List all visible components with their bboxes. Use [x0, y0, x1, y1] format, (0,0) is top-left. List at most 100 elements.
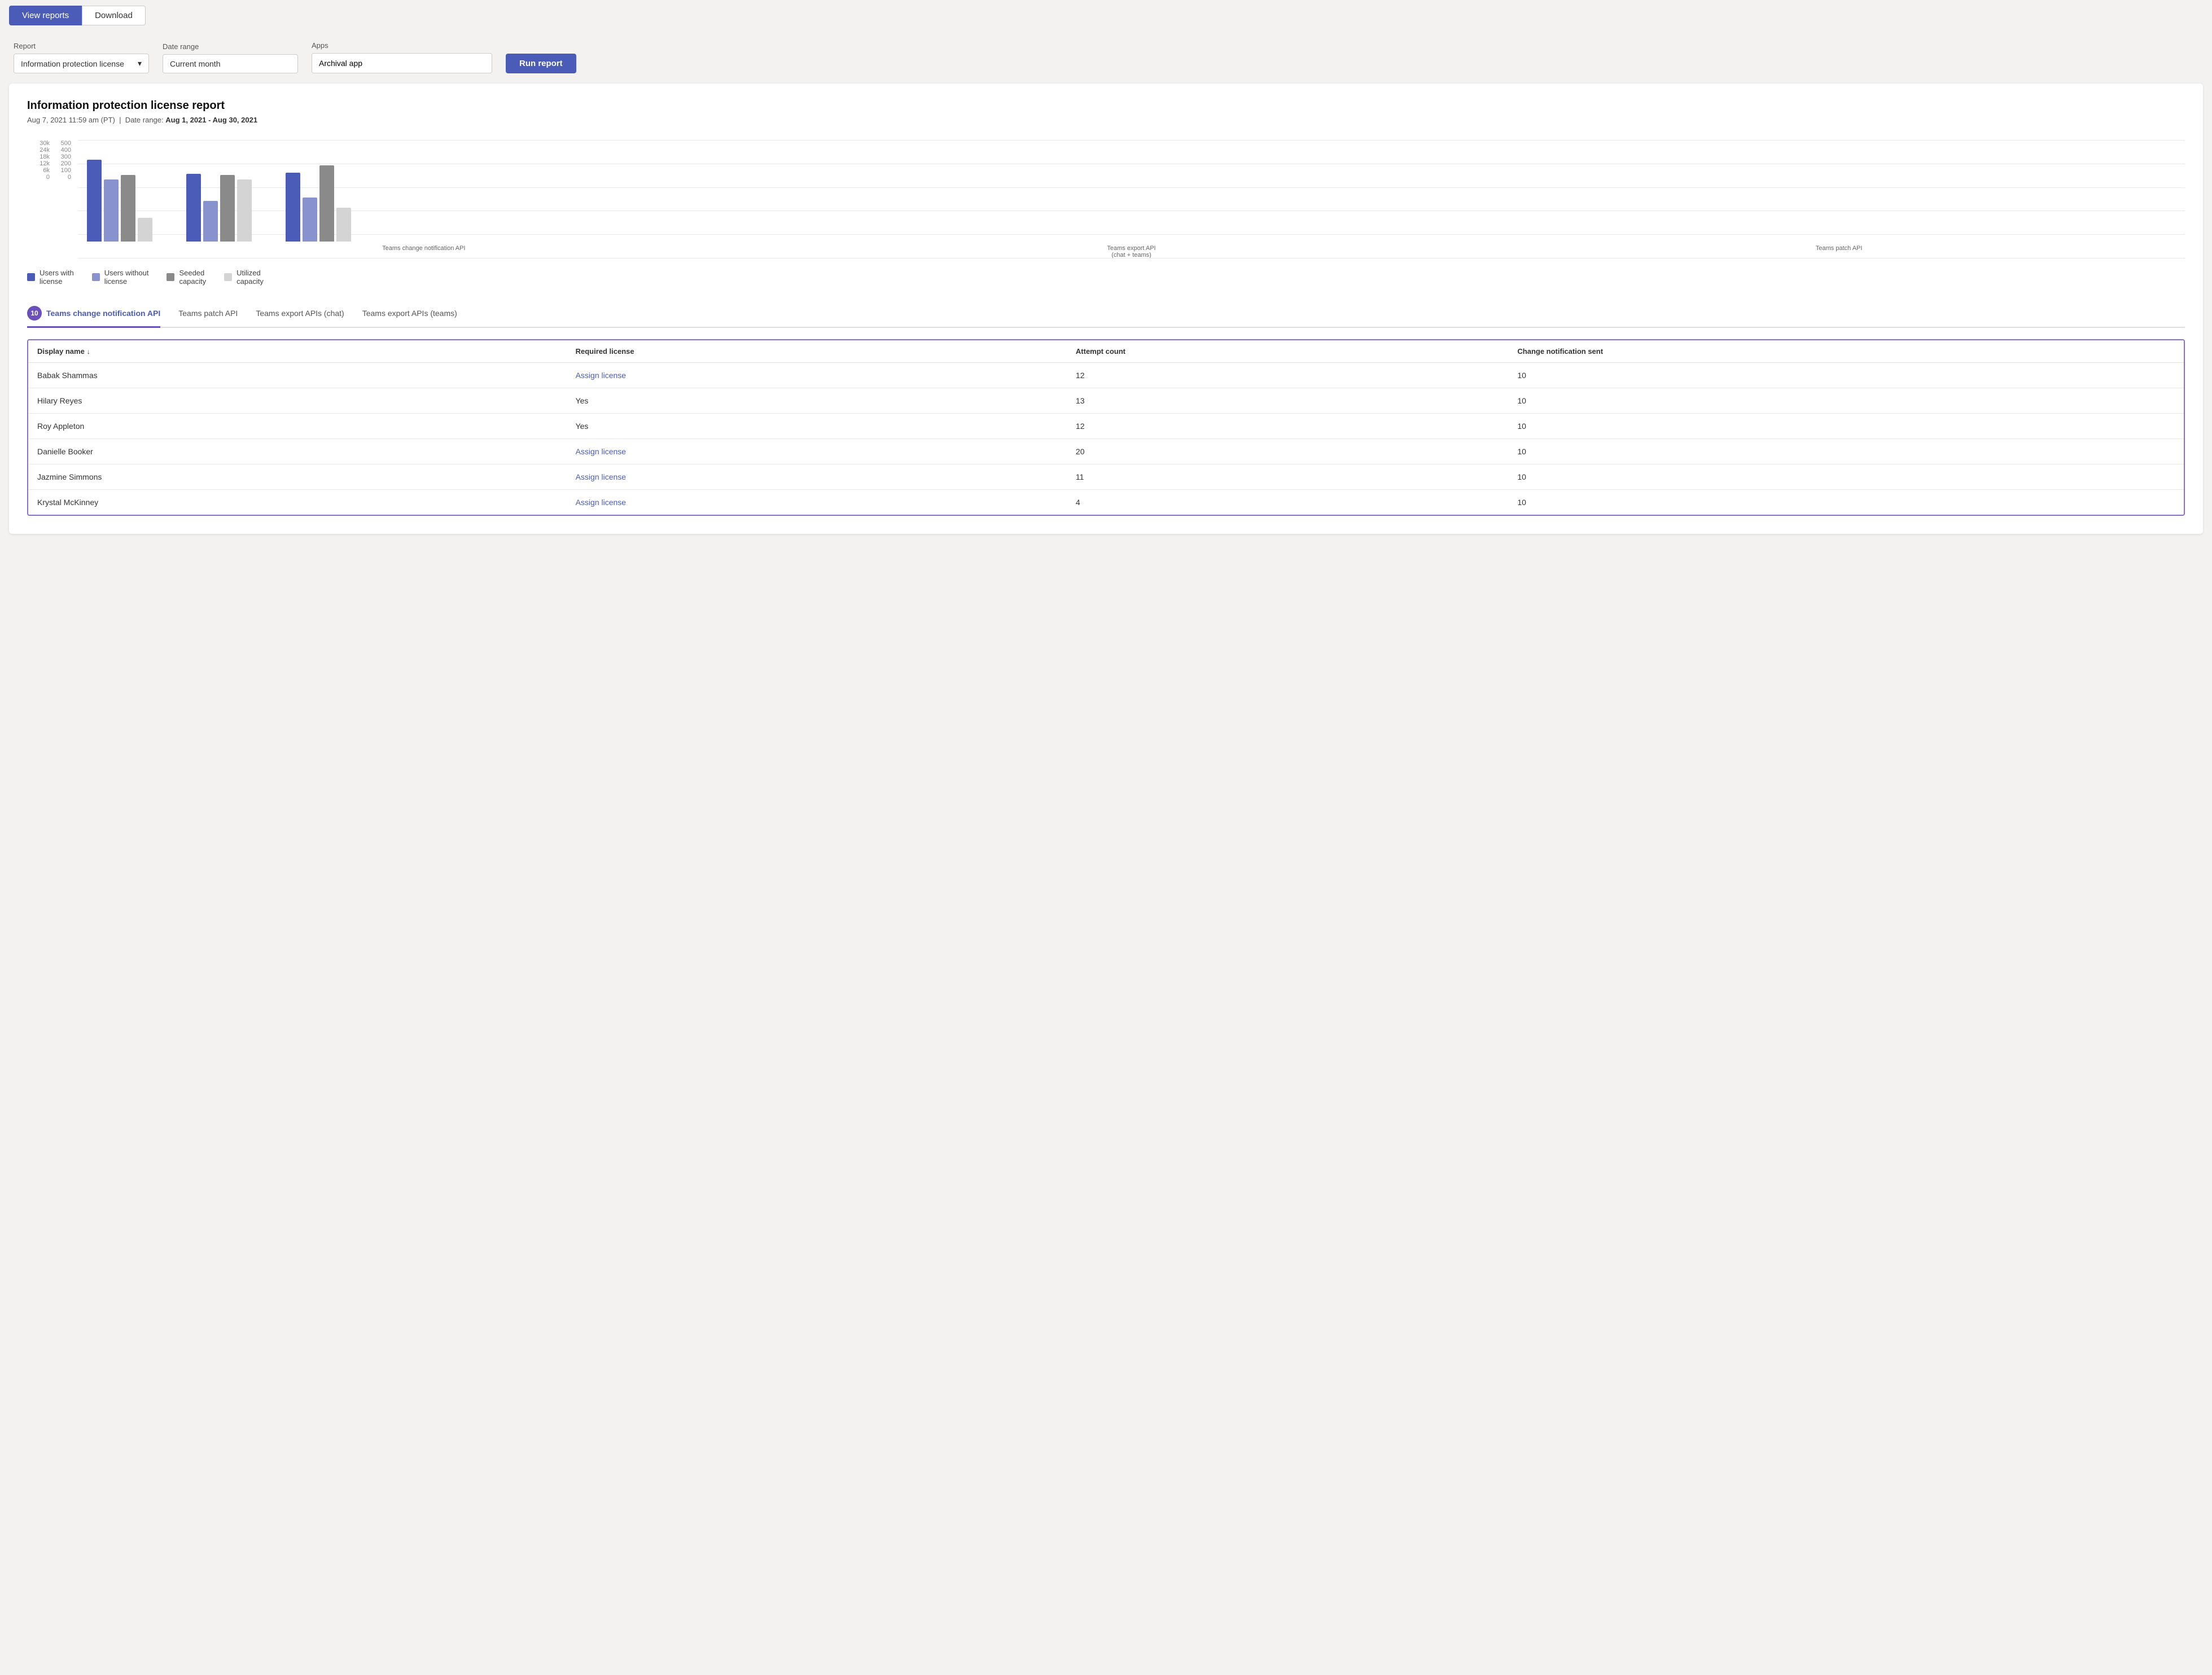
- y-label-left-5: 0: [46, 174, 50, 181]
- y-label-left-4: 6k: [43, 167, 50, 174]
- cell-sent-4: 10: [1508, 464, 2184, 490]
- cell-name-5: Krystal McKinney: [28, 490, 567, 515]
- cell-attempt-1: 13: [1067, 388, 1508, 414]
- bar-group-0: [87, 160, 152, 242]
- date-range-filter-group: Date range Current month: [163, 42, 298, 73]
- cell-attempt-4: 11: [1067, 464, 1508, 490]
- table-row-3: Danielle Booker Assign license 2010: [28, 439, 2184, 464]
- legend-item-1: Users withoutlicense: [92, 269, 149, 286]
- cell-sent-5: 10: [1508, 490, 2184, 515]
- tabs-row: 10Teams change notification API Teams pat…: [27, 301, 2185, 328]
- bar-group-2: [286, 165, 351, 242]
- data-table: Display name↓Required licenseAttempt cou…: [28, 340, 2184, 515]
- x-label-2: Teams patch API: [1502, 245, 2176, 258]
- cell-sent-1: 10: [1508, 388, 2184, 414]
- y-label-right-1: 400: [61, 147, 71, 154]
- table-header: Display name↓Required licenseAttempt cou…: [28, 340, 2184, 363]
- y-label-left-2: 18k: [40, 154, 50, 160]
- tab-0[interactable]: 10Teams change notification API: [27, 301, 160, 328]
- table-wrapper: Display name↓Required licenseAttempt cou…: [27, 339, 2185, 516]
- apps-input[interactable]: [312, 53, 492, 73]
- y-label-left-0: 30k: [40, 140, 50, 147]
- bar-0-3: [138, 218, 152, 242]
- sort-icon: ↓: [87, 348, 90, 356]
- y-label-right-2: 300: [61, 154, 71, 160]
- filter-row: Report Information protection license ▾ …: [0, 31, 2212, 84]
- bar-1-1: [203, 201, 218, 242]
- date-range-select-value: Current month: [170, 59, 291, 68]
- table-body: Babak ShammasAssign license1210Hilary Re…: [28, 363, 2184, 515]
- bar-0-1: [104, 179, 119, 242]
- y-axis-left: 30k 24k 18k 12k 6k 0: [27, 140, 50, 181]
- download-button[interactable]: Download: [82, 6, 146, 25]
- cell-license-2: Yes: [567, 414, 1067, 439]
- toolbar: View reports Download: [0, 0, 2212, 31]
- view-reports-button[interactable]: View reports: [9, 6, 82, 25]
- cell-license-4[interactable]: Assign license: [567, 464, 1067, 490]
- legend-label-2: Seededcapacity: [179, 269, 206, 286]
- cell-name-1: Hilary Reyes: [28, 388, 567, 414]
- table-row-1: Hilary ReyesYes1310: [28, 388, 2184, 414]
- x-labels: Teams change notification APITeams expor…: [78, 242, 2185, 258]
- assign-license-link-5[interactable]: Assign license: [576, 498, 627, 507]
- run-report-button[interactable]: Run report: [506, 54, 576, 73]
- legend-color-0: [27, 273, 35, 281]
- report-select[interactable]: Information protection license ▾: [14, 54, 149, 73]
- bar-1-3: [237, 179, 252, 242]
- report-date-range-label: Date range:: [125, 116, 164, 124]
- tab-label-0: Teams change notification API: [46, 309, 160, 318]
- cell-attempt-2: 12: [1067, 414, 1508, 439]
- y-label-right-5: 0: [68, 174, 71, 181]
- report-timestamp: Aug 7, 2021 11:59 am (PT): [27, 116, 115, 124]
- legend-item-0: Users withlicense: [27, 269, 74, 286]
- date-range-select[interactable]: Current month: [163, 54, 298, 73]
- tab-1[interactable]: Teams patch API: [178, 304, 238, 325]
- bars-row: [78, 140, 2185, 242]
- cell-name-0: Babak Shammas: [28, 363, 567, 388]
- cell-attempt-5: 4: [1067, 490, 1508, 515]
- y-label-left-3: 12k: [40, 160, 50, 167]
- cell-name-3: Danielle Booker: [28, 439, 567, 464]
- report-title: Information protection license report: [27, 99, 2185, 112]
- cell-sent-3: 10: [1508, 439, 2184, 464]
- legend-color-2: [167, 273, 174, 281]
- cell-sent-0: 10: [1508, 363, 2184, 388]
- y-axis-right: 500 400 300 200 100 0: [54, 140, 71, 181]
- y-label-right-3: 200: [61, 160, 71, 167]
- assign-license-link-4[interactable]: Assign license: [576, 472, 627, 481]
- cell-sent-2: 10: [1508, 414, 2184, 439]
- legend-label-1: Users withoutlicense: [104, 269, 149, 286]
- bar-2-1: [303, 198, 317, 242]
- cell-attempt-0: 12: [1067, 363, 1508, 388]
- chevron-down-icon: ▾: [138, 59, 142, 68]
- x-label-0: Teams change notification API: [87, 245, 761, 258]
- y-label-right-0: 500: [61, 140, 71, 147]
- table-header-0[interactable]: Display name↓: [28, 340, 567, 363]
- table-row-5: Krystal McKinney Assign license 410: [28, 490, 2184, 515]
- report-filter-group: Report Information protection license ▾: [14, 42, 149, 73]
- apps-filter-group: Apps: [312, 41, 492, 73]
- bar-1-0: [186, 174, 201, 242]
- cell-name-4: Jazmine Simmons: [28, 464, 567, 490]
- legend-color-3: [224, 273, 232, 281]
- report-label: Report: [14, 42, 149, 50]
- cell-attempt-3: 20: [1067, 439, 1508, 464]
- bar-2-0: [286, 173, 300, 242]
- chart-wrapper: Teams change notification APITeams expor…: [78, 140, 2185, 258]
- assign-license-link-3[interactable]: Assign license: [576, 447, 627, 456]
- tab-3[interactable]: Teams export APIs (teams): [362, 304, 457, 325]
- legend-item-2: Seededcapacity: [167, 269, 206, 286]
- report-select-value: Information protection license: [21, 59, 133, 68]
- cell-license-3[interactable]: Assign license: [567, 439, 1067, 464]
- bar-0-0: [87, 160, 102, 242]
- legend-label-0: Users withlicense: [40, 269, 74, 286]
- cell-license-0[interactable]: Assign license: [567, 363, 1067, 388]
- table-header-row: Display name↓Required licenseAttempt cou…: [28, 340, 2184, 363]
- table-header-1: Required license: [567, 340, 1067, 363]
- bar-0-2: [121, 175, 135, 242]
- report-date-range-value: Aug 1, 2021 - Aug 30, 2021: [165, 116, 257, 124]
- report-subtitle: Aug 7, 2021 11:59 am (PT) | Date range: …: [27, 116, 2185, 124]
- assign-license-link-0[interactable]: Assign license: [576, 371, 627, 380]
- cell-license-5[interactable]: Assign license: [567, 490, 1067, 515]
- tab-2[interactable]: Teams export APIs (chat): [256, 304, 344, 325]
